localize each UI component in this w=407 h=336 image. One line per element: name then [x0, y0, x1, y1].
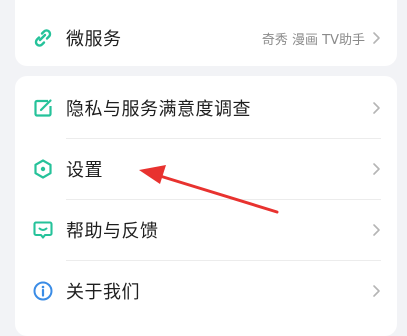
chevron-right-icon [373, 163, 380, 175]
settings-label: 设置 [66, 160, 103, 181]
settings-row[interactable]: 设置 [15, 139, 397, 199]
chevron-right-icon [373, 102, 380, 114]
privacy-survey-label: 隐私与服务满意度调查 [66, 99, 251, 120]
about-us-row[interactable]: 关于我们 [15, 261, 397, 321]
menu-card: 隐私与服务满意度调查 设置 帮助与反馈 关于我们 [15, 76, 397, 336]
settings-hex-icon [32, 158, 54, 180]
info-icon [32, 280, 54, 302]
privacy-survey-row[interactable]: 隐私与服务满意度调查 [15, 78, 397, 138]
chevron-right-icon [373, 32, 380, 44]
link-icon [32, 27, 54, 49]
about-us-label: 关于我们 [66, 282, 140, 303]
chevron-right-icon [373, 285, 380, 297]
micro-service-label: 微服务 [66, 29, 122, 50]
help-feedback-row[interactable]: 帮助与反馈 [15, 200, 397, 260]
services-card: 微服务 奇秀 漫画 TV助手 [15, 0, 397, 66]
chevron-right-icon [373, 224, 380, 236]
help-feedback-label: 帮助与反馈 [66, 221, 159, 242]
chat-icon [32, 219, 54, 241]
micro-service-apps-text: 奇秀 漫画 TV助手 [261, 32, 365, 48]
survey-icon [32, 97, 54, 119]
micro-service-row[interactable]: 微服务 奇秀 漫画 TV助手 [15, 8, 397, 68]
